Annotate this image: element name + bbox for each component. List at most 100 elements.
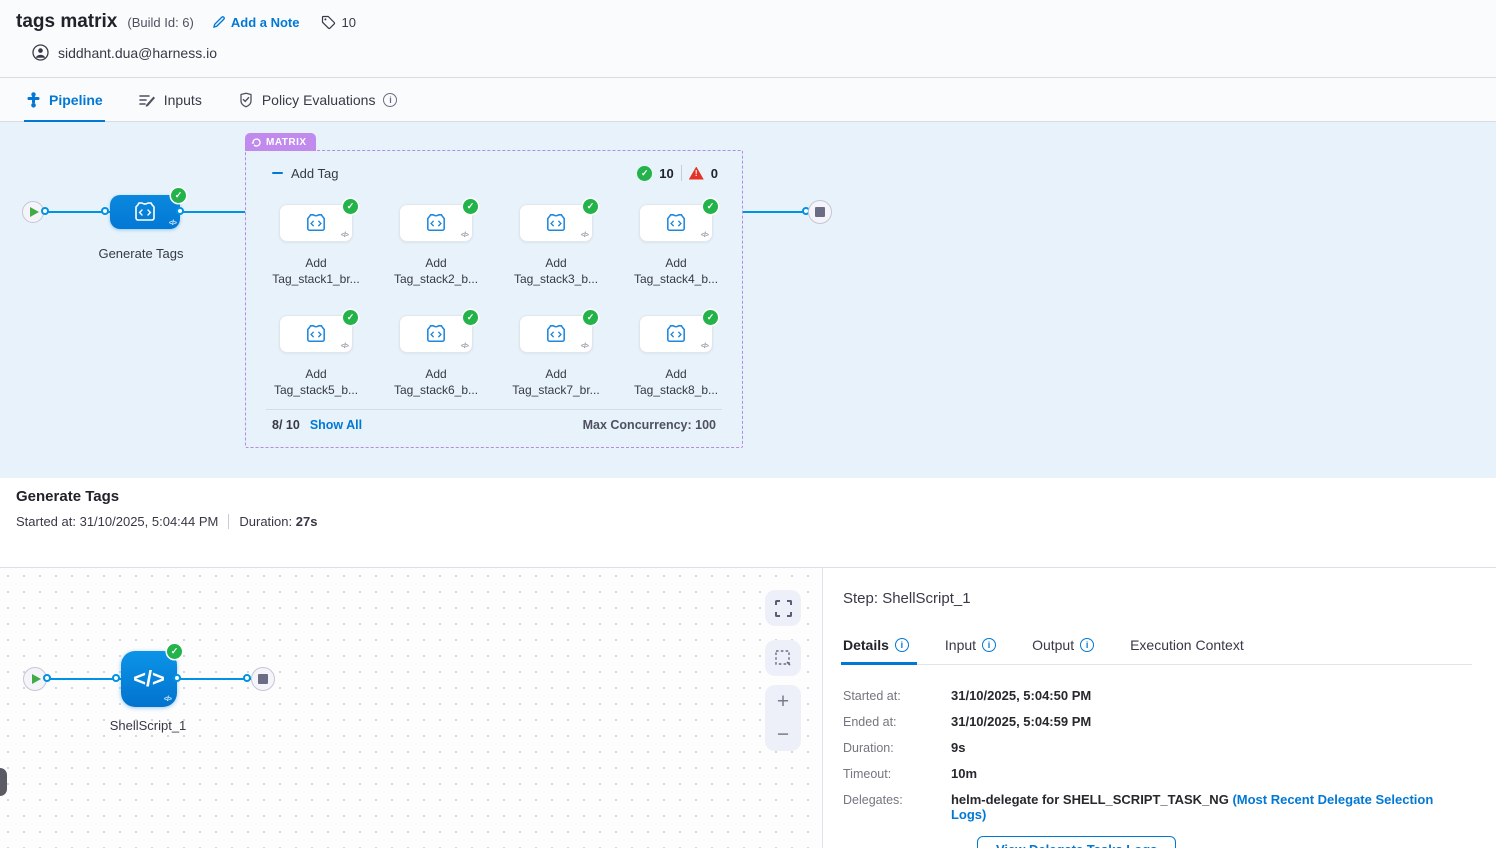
matrix-step-label: AddTag_stack7_br... [494, 366, 618, 398]
step-details-list: Started at: 31/10/2025, 5:04:50 PM Ended… [843, 688, 1472, 848]
detail-row-delegates: Delegates: helm-delegate for SHELL_SCRIP… [843, 792, 1472, 822]
tag-code-icon [665, 324, 687, 344]
tag-code-icon [305, 324, 327, 344]
matrix-shown-count: 8/ 10 [272, 418, 300, 432]
code-glyph: </> [701, 343, 708, 350]
page-title: tags matrix [16, 11, 117, 33]
node-label: Generate Tags [71, 246, 211, 261]
shellscript-node[interactable]: </> </> [121, 651, 177, 707]
tag-icon [321, 15, 336, 30]
matrix-step-card[interactable]: </> ✓ [519, 204, 593, 242]
failed-count: 0 [711, 166, 718, 181]
zoom-in-button[interactable]: + [765, 685, 801, 718]
tab-inputs[interactable]: Inputs [137, 78, 204, 121]
tab-input[interactable]: Input i [945, 637, 996, 664]
user-email: siddhant.dua@harness.io [58, 45, 217, 61]
policy-info-icon[interactable]: i [383, 93, 397, 107]
fullscreen-button[interactable] [765, 590, 801, 626]
matrix-step-label: AddTag_stack8_b... [614, 366, 738, 398]
tag-code-icon [425, 324, 447, 344]
tag-code-icon [665, 213, 687, 233]
pipeline-icon [26, 92, 41, 108]
matrix-step-card[interactable]: </> ✓ [519, 315, 593, 353]
zoom-out-button[interactable]: − [765, 718, 801, 751]
success-badge: ✓ [343, 199, 358, 214]
success-count: 10 [659, 166, 673, 181]
detail-row: Ended at: 31/10/2025, 5:04:59 PM [843, 714, 1472, 729]
details-info-icon[interactable]: i [895, 638, 909, 652]
tags-count[interactable]: 10 [321, 15, 355, 30]
view-delegate-tasks-logs-button[interactable]: View Delegate Tasks Logs [977, 836, 1176, 848]
tab-output[interactable]: Output i [1032, 637, 1094, 664]
pipeline-canvas[interactable]: </> ✓ Generate Tags MATRIX Add Tag ✓ 10 … [0, 122, 1496, 478]
output-info-icon[interactable]: i [1080, 638, 1094, 652]
generate-tags-node[interactable]: </> [110, 195, 180, 229]
tag-code-icon [545, 213, 567, 233]
fit-to-screen-button[interactable] [765, 640, 801, 676]
matrix-step-card[interactable]: </> ✓ [639, 204, 713, 242]
max-concurrency: Max Concurrency: 100 [583, 418, 716, 432]
matrix-step-card[interactable]: </> ✓ [399, 315, 473, 353]
tab-policy-evaluations[interactable]: Policy Evaluations i [236, 78, 400, 121]
policy-shield-icon [238, 92, 254, 108]
success-badge: ✓ [583, 310, 598, 325]
success-badge: ✓ [171, 188, 186, 203]
detail-row: Duration: 9s [843, 740, 1472, 755]
success-count-icon: ✓ [637, 166, 652, 181]
matrix-step-label: AddTag_stack4_b... [614, 255, 738, 287]
edge-connector [243, 674, 251, 682]
failed-count-icon: ! [689, 167, 704, 180]
add-note-button[interactable]: Add a Note [212, 15, 300, 30]
show-all-link[interactable]: Show All [310, 418, 362, 432]
matrix-step-card[interactable]: </> ✓ [279, 315, 353, 353]
code-glyph: </> [581, 343, 588, 350]
edge [180, 211, 245, 213]
tag-code-icon [545, 324, 567, 344]
loop-icon [251, 137, 262, 148]
tag-code-icon [425, 213, 447, 233]
matrix-step-card[interactable]: </> ✓ [279, 204, 353, 242]
build-id: (Build Id: 6) [127, 15, 193, 30]
edge-connector [112, 674, 120, 682]
pipeline-end-node[interactable] [808, 200, 832, 224]
matrix-badge: MATRIX [245, 133, 316, 151]
success-badge: ✓ [703, 310, 718, 325]
code-glyph: </> [461, 343, 468, 350]
matrix-group: Add Tag ✓ 10 ! 0 </> ✓ </> ✓ </> ✓ [245, 150, 743, 448]
success-badge: ✓ [463, 199, 478, 214]
edge-connector [173, 674, 181, 682]
collapse-icon[interactable] [270, 166, 284, 180]
pencil-icon [212, 15, 226, 29]
execution-tabbar: Pipeline Inputs Policy Evaluations i [0, 78, 1496, 122]
play-icon [32, 674, 41, 684]
matrix-step-label: AddTag_stack2_b... [374, 255, 498, 287]
stage-started-at: Started at: 31/10/2025, 5:04:44 PM [16, 514, 218, 529]
code-icon: </> [133, 666, 165, 692]
success-badge: ✓ [343, 310, 358, 325]
left-drawer-handle[interactable] [0, 768, 7, 796]
zoom-controls: + − [765, 685, 801, 751]
success-badge: ✓ [703, 199, 718, 214]
tag-code-icon [305, 213, 327, 233]
stop-icon [815, 207, 825, 217]
matrix-step-label: AddTag_stack3_b... [494, 255, 618, 287]
step-graph-canvas[interactable]: </> </> ✓ ShellScript_1 + − [0, 568, 823, 848]
step-details-panel: Step: ShellScript_1 Details i Input i Ou… [823, 568, 1496, 848]
code-glyph: </> [169, 220, 176, 227]
tab-pipeline[interactable]: Pipeline [24, 78, 105, 121]
matrix-step-card[interactable]: </> ✓ [639, 315, 713, 353]
code-glyph: </> [164, 696, 171, 703]
tab-details[interactable]: Details i [843, 637, 909, 664]
detail-row: Started at: 31/10/2025, 5:04:50 PM [843, 688, 1472, 703]
code-glyph: </> [461, 232, 468, 239]
step-end-node[interactable] [251, 667, 275, 691]
edge-connector [176, 207, 184, 215]
stage-summary: Generate Tags Started at: 31/10/2025, 5:… [0, 478, 1496, 568]
step-panel-title: Step: ShellScript_1 [843, 590, 1472, 607]
tab-execution-context[interactable]: Execution Context [1130, 637, 1244, 664]
matrix-step-card[interactable]: </> ✓ [399, 204, 473, 242]
matrix-step-label: AddTag_stack6_b... [374, 366, 498, 398]
edge [177, 678, 251, 680]
success-badge: ✓ [463, 310, 478, 325]
input-info-icon[interactable]: i [982, 638, 996, 652]
